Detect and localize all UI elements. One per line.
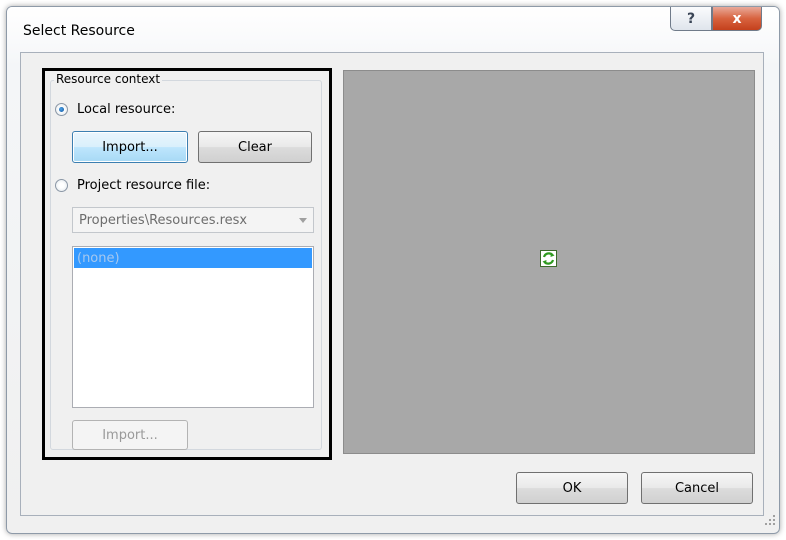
project-import-label: Import... [102,427,158,443]
project-resource-option[interactable]: Project resource file: [55,178,210,193]
resource-file-value: Properties\Resources.resx [79,212,248,228]
chevron-down-icon [299,218,307,223]
project-resource-radio[interactable] [55,179,68,192]
local-resource-radio[interactable] [55,103,68,116]
resource-file-dropdown[interactable]: Properties\Resources.resx [72,207,314,233]
project-resource-label: Project resource file: [77,178,211,193]
local-resource-label: Local resource: [77,102,176,117]
list-item[interactable]: (none) [74,248,312,268]
title-bar[interactable]: Select Resource [7,7,779,53]
project-import-button[interactable]: Import... [72,420,188,450]
dialog-title: Select Resource [23,23,135,39]
local-resource-option[interactable]: Local resource: [55,102,175,117]
close-button[interactable]: x [712,7,762,31]
help-icon: ? [686,10,696,27]
resize-grip-icon[interactable] [764,514,776,526]
resource-listbox[interactable]: (none) [72,246,314,408]
import-button[interactable]: Import... [72,131,188,163]
refresh-icon [540,250,557,267]
ok-button[interactable]: OK [516,472,628,504]
cancel-button-label: Cancel [674,480,720,496]
ok-button-label: OK [562,480,582,496]
import-button-label: Import... [102,139,158,155]
clear-button[interactable]: Clear [198,131,312,163]
help-button[interactable]: ? [670,7,712,31]
cancel-button[interactable]: Cancel [641,472,753,504]
clear-button-label: Clear [238,139,272,155]
close-icon: x [732,10,742,27]
